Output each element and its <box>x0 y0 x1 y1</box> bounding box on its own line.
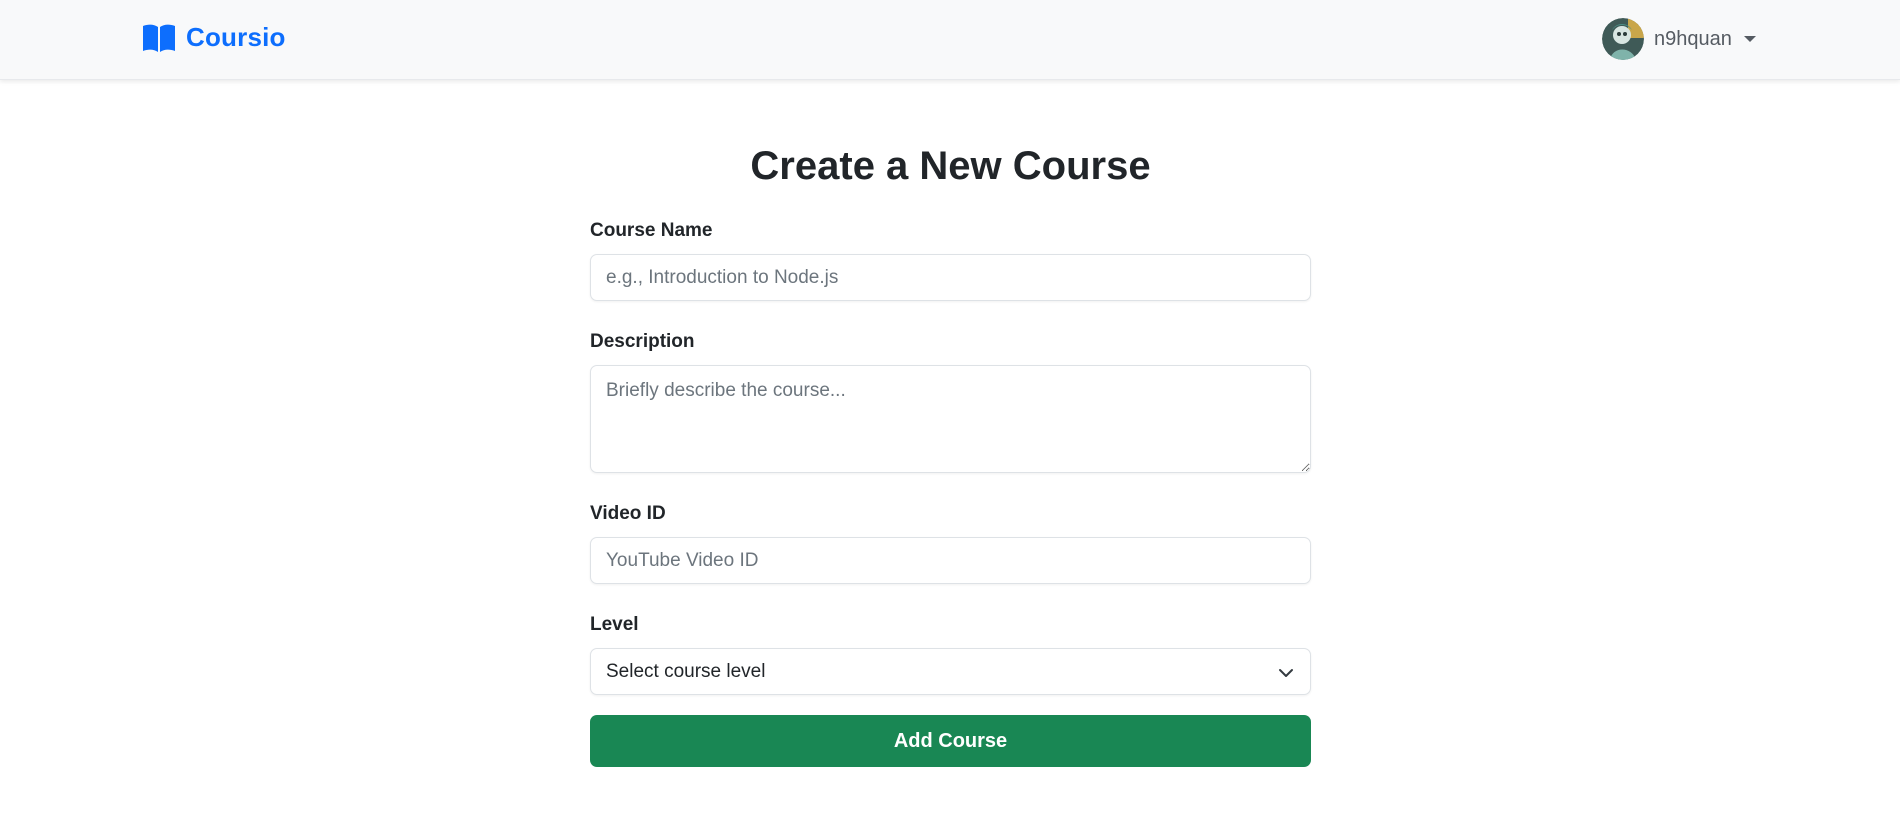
chevron-down-icon <box>1279 669 1293 677</box>
course-name-input[interactable] <box>590 254 1311 301</box>
description-textarea[interactable] <box>590 365 1311 473</box>
course-name-group: Course Name <box>590 220 1311 301</box>
navbar: Coursio n9hquan <box>0 0 1900 80</box>
caret-down-icon <box>1743 36 1756 42</box>
book-icon <box>143 24 175 52</box>
brand-name: Coursio <box>186 22 286 52</box>
description-group: Description <box>590 331 1311 473</box>
course-name-label: Course Name <box>590 220 713 241</box>
create-course-form: Create a New Course Course Name Descript… <box>590 140 1311 767</box>
page-title: Create a New Course <box>750 144 1151 188</box>
brand-link[interactable]: Coursio <box>142 22 286 53</box>
video-id-group: Video ID <box>590 503 1311 584</box>
video-id-input[interactable] <box>590 537 1311 584</box>
username: n9hquan <box>1654 27 1732 50</box>
level-selected-value: Select course level <box>606 660 766 682</box>
add-course-button[interactable]: Add Course <box>590 715 1311 767</box>
level-group: Level Select course level <box>590 614 1311 695</box>
avatar[interactable] <box>1602 18 1644 60</box>
level-label: Level <box>590 614 639 635</box>
video-id-label: Video ID <box>590 503 666 524</box>
user-menu-toggle[interactable]: n9hquan <box>1602 18 1756 60</box>
level-select[interactable]: Select course level <box>590 648 1311 695</box>
description-label: Description <box>590 331 695 352</box>
